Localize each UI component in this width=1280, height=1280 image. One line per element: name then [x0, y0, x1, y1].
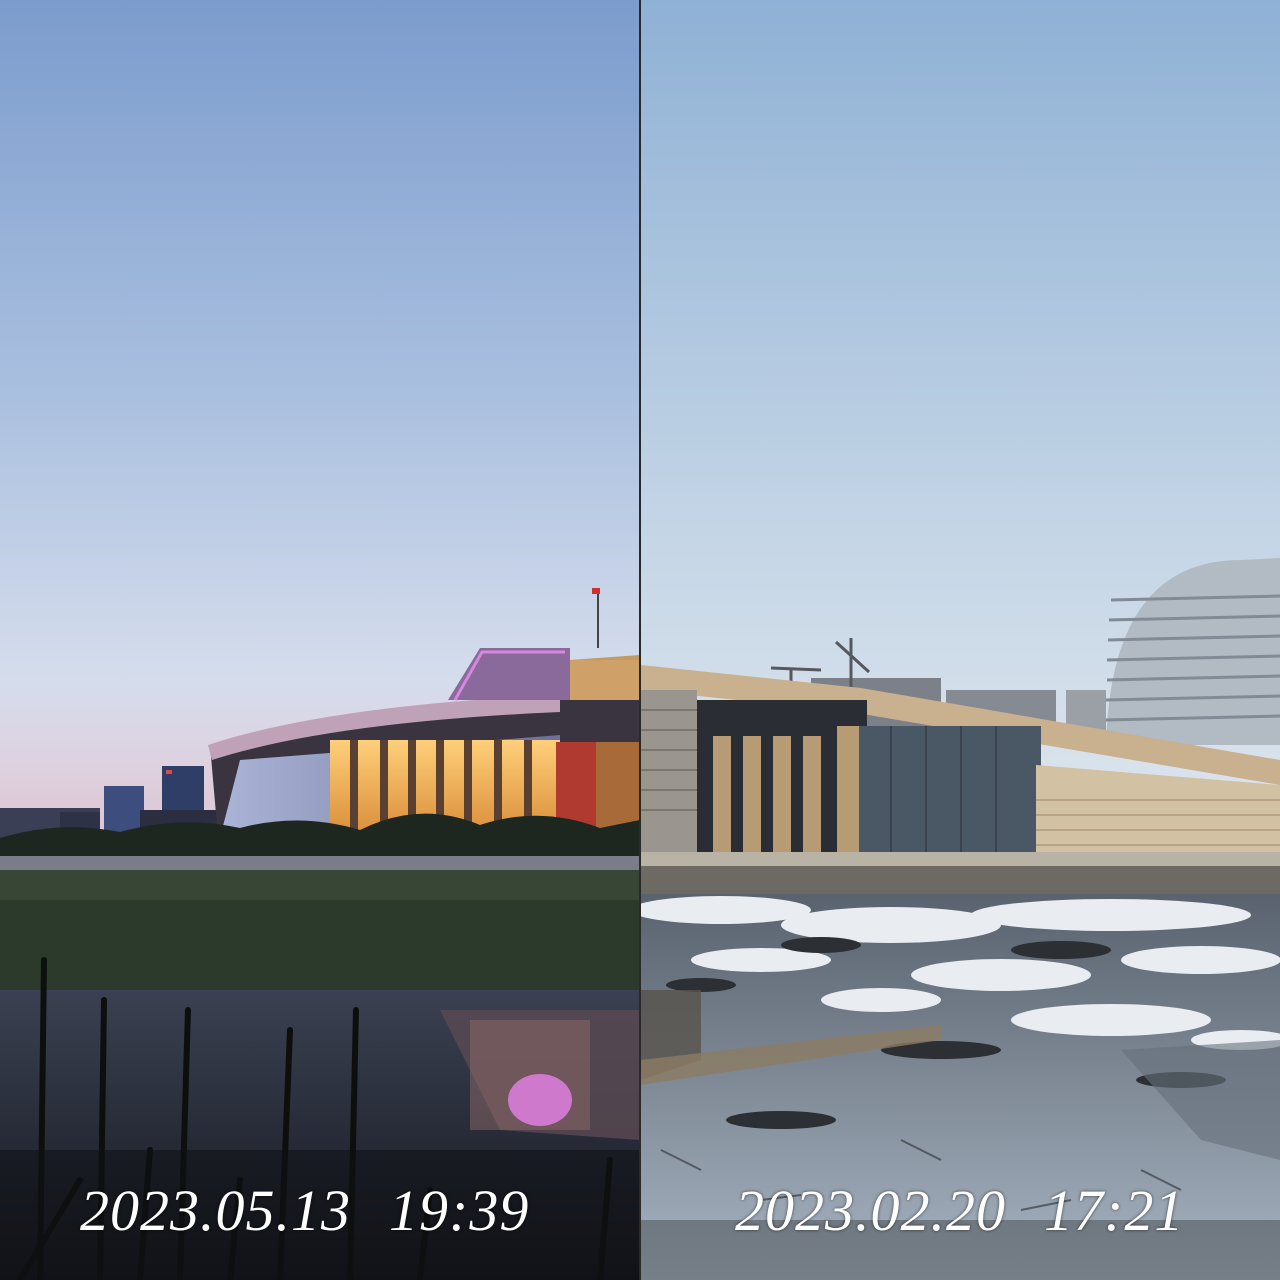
left-time: 19:39 — [389, 1178, 530, 1243]
left-timestamp: 2023.05.13 19:39 — [80, 1182, 529, 1240]
left-photo-evening — [0, 0, 640, 1280]
evening-scene — [0, 0, 640, 1280]
right-date: 2023.02.20 — [735, 1178, 1006, 1243]
right-photo-winter — [641, 0, 1280, 1280]
winter-scene — [641, 0, 1280, 1280]
right-timestamp: 2023.02.20 17:21 — [735, 1182, 1184, 1240]
winter-embankment — [641, 852, 1280, 866]
right-time: 17:21 — [1044, 1178, 1185, 1243]
left-date: 2023.05.13 — [80, 1178, 351, 1243]
magenta-reflection — [508, 1074, 572, 1126]
embankment-railing — [0, 856, 640, 870]
